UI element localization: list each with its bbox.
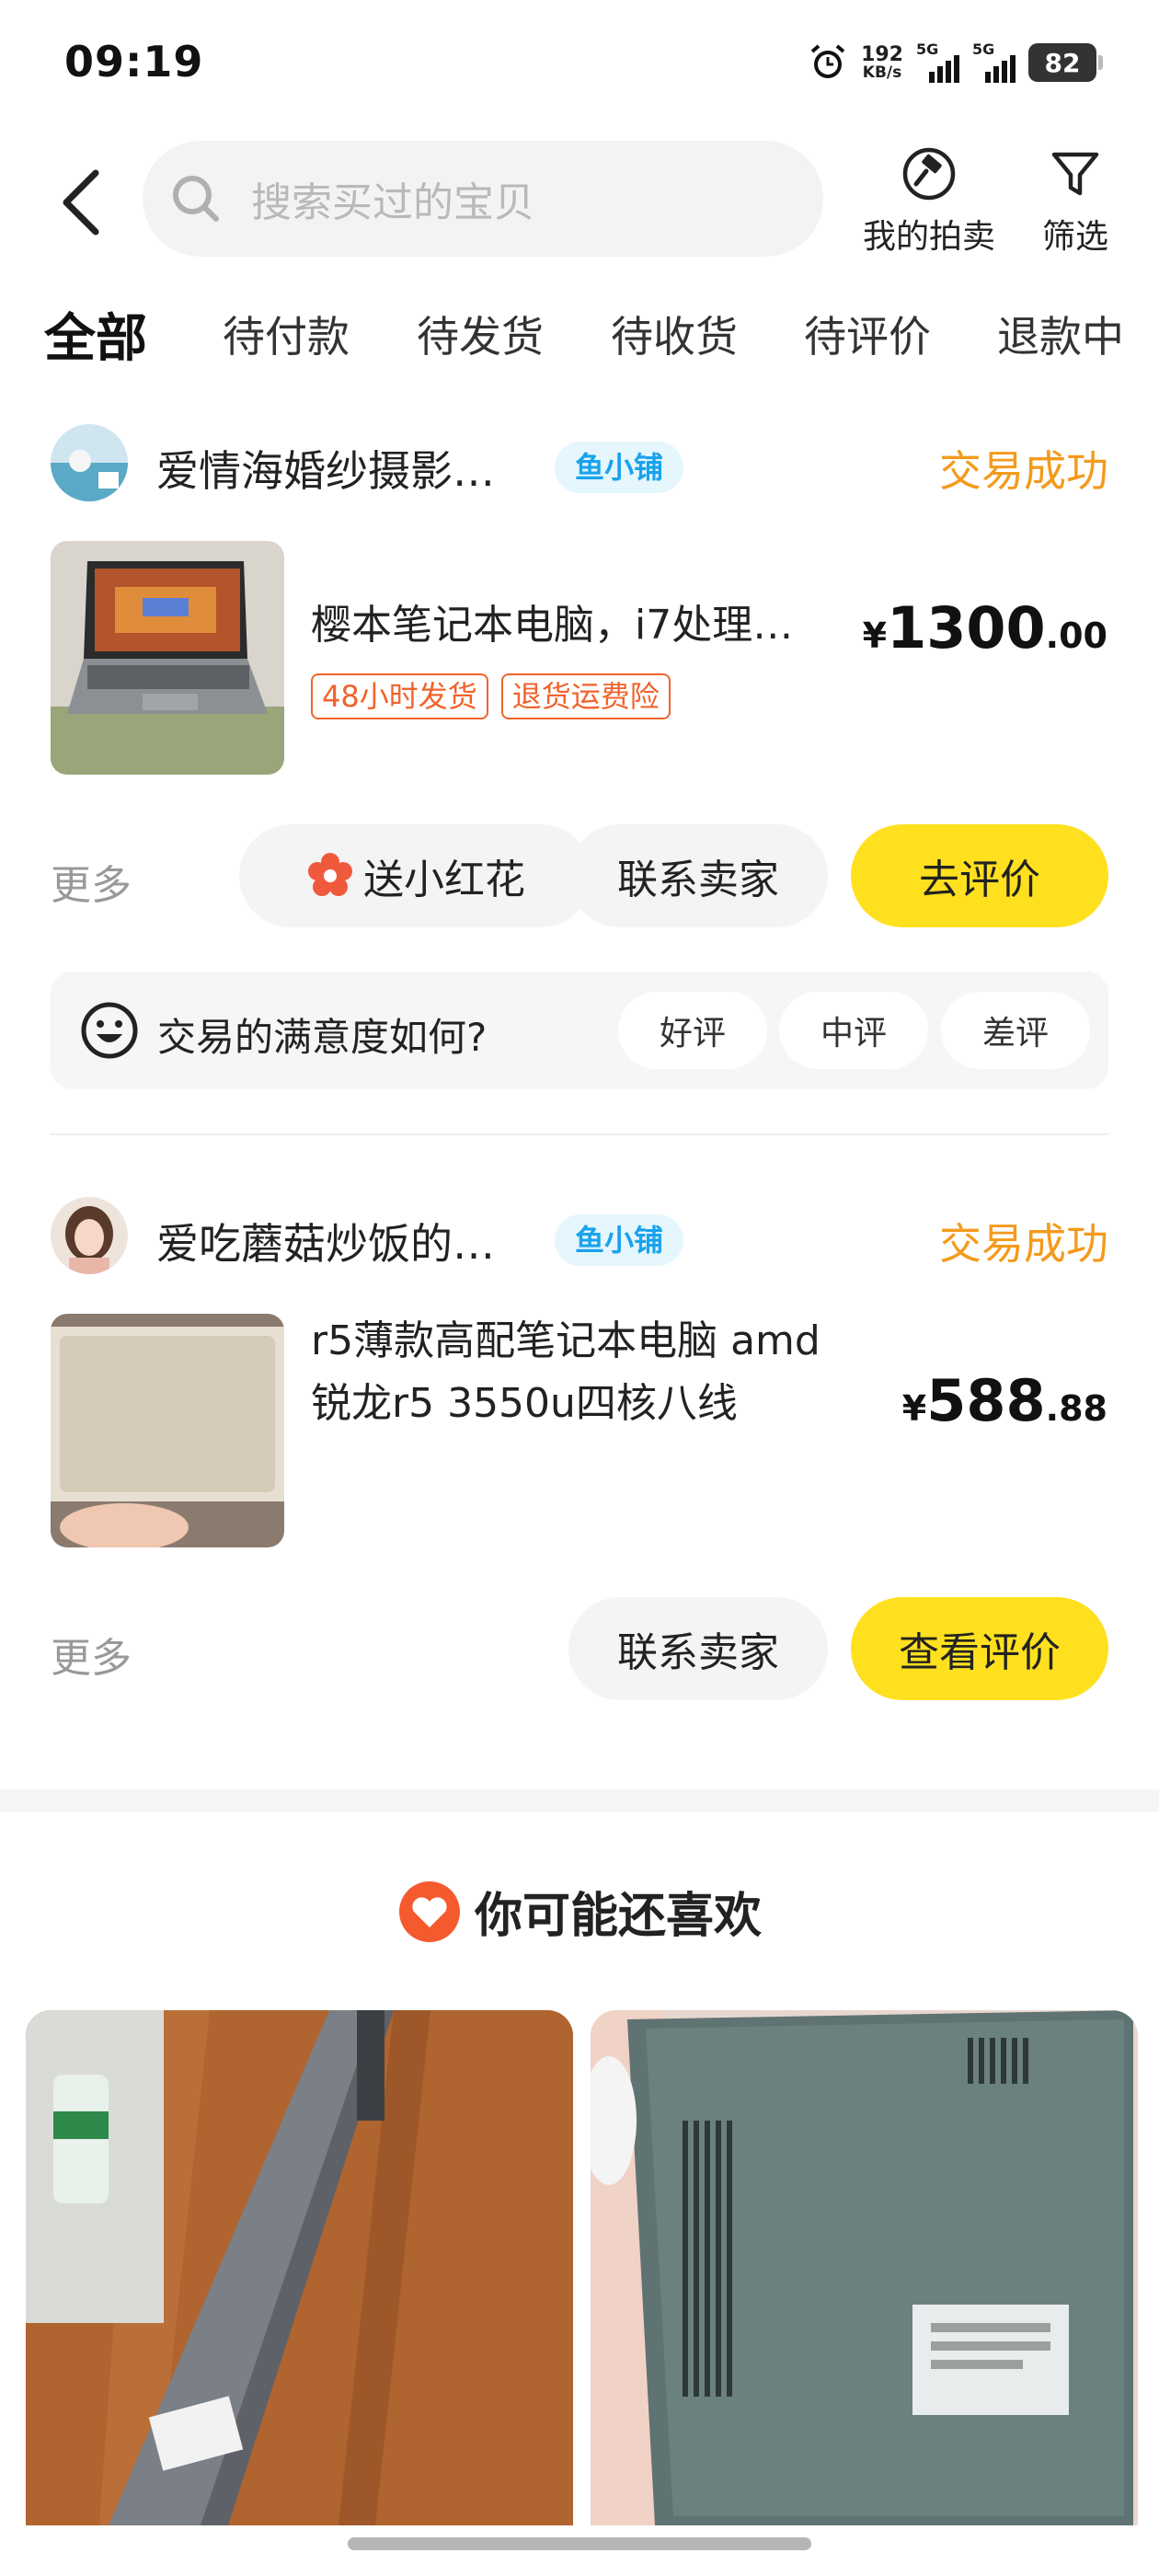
contact-seller-button[interactable]: 联系卖家 [568,824,828,927]
rate-good-button[interactable]: 好评 [618,992,767,1069]
tag-48h-shipping: 48小时发货 [311,673,488,719]
recommend-title: 你可能还喜欢 [474,1889,762,1944]
shop-avatar [51,1197,128,1274]
order-status: 交易成功 [939,1219,1108,1269]
send-flower-label: 送小红花 [363,857,525,903]
tab-pending-receipt[interactable]: 待收货 [611,304,738,364]
order-card: 爱情海婚纱摄影… 鱼小铺 交易成功 樱本笔记本电脑，i7处理… ¥1300.00… [0,421,1159,1139]
search-icon [173,176,219,222]
status-time: 09:19 [64,37,204,86]
tab-pending-review[interactable]: 待评价 [804,304,931,364]
status-icons: 192 KB/s 5G 5G 82 [808,37,1103,88]
order-card: 爱吃蘑菇炒饭的… 鱼小铺 交易成功 r5薄款高配笔记本电脑 amd 锐龙r5 3… [0,1194,1159,1709]
tab-refunding[interactable]: 退款中 [997,304,1124,364]
more-link[interactable]: 更多 [51,852,132,911]
flower-icon [308,853,352,896]
tab-all-label: 全部 [44,309,147,369]
order-actions: 更多 送小红花 联系卖家 去评价 [51,824,1108,927]
filter-button[interactable]: 筛选 [1042,145,1108,258]
price-currency: ¥ [901,1388,927,1429]
order-divider [51,1133,1108,1135]
item-tags: 48小时发货 退货运费险 [311,673,671,719]
battery-icon: 82 [1028,43,1103,82]
item-title-line2: 锐龙r5 3550u四核八线 [311,1380,738,1427]
item-title[interactable]: 樱本笔记本电脑，i7处理… [311,594,793,657]
alarm-icon [810,44,845,78]
back-arrow-icon[interactable] [55,166,107,239]
shop-name: 爱情海婚纱摄影… [156,446,495,496]
rate-neutral-button[interactable]: 中评 [779,992,928,1069]
rate-bad-button[interactable]: 差评 [941,992,1090,1069]
rating-question: 交易的满意度如何? [157,1015,488,1060]
contact-seller-button[interactable]: 联系卖家 [568,1597,828,1700]
section-separator [0,1789,1159,1811]
tag-return-insurance: 退货运费险 [500,673,671,719]
recommend-header: 你可能还喜欢 [0,1877,1159,1946]
shop-badge: 鱼小铺 [555,442,684,493]
filter-icon [1051,152,1099,196]
my-auction-label: 我的拍卖 [863,218,996,256]
price-integer: 1300 [887,594,1046,661]
price-currency: ¥ [862,615,888,656]
status-bar: 09:19 192 KB/s 5G 5G 82 [0,0,1159,129]
recommend-card[interactable] [26,2010,573,2525]
net-speed-value: 192 [861,42,903,66]
tab-all[interactable]: 全部 [39,297,153,372]
heart-icon [398,1880,460,1942]
price-integer: 588 [926,1367,1046,1434]
order-tabs: 全部 待付款 待发货 待收货 待评价 退款中 [0,293,1159,385]
item-price: ¥1300.00 [863,594,1107,661]
search-input[interactable]: 搜索买过的宝贝 [143,141,823,257]
sim2-label: 5G [972,40,995,58]
recommend-card[interactable] [591,2010,1138,2525]
shop-row[interactable]: 爱情海婚纱摄影… 鱼小铺 交易成功 [51,421,1108,504]
item-thumbnail[interactable] [51,1314,284,1547]
item-thumbnail[interactable] [51,541,284,775]
tab-pending-shipment[interactable]: 待发货 [417,304,544,364]
net-speed-unit: KB/s [862,63,902,82]
order-status: 交易成功 [939,446,1108,496]
item-title-line1: r5薄款高配笔记本电脑 amd [311,1317,820,1364]
item-title[interactable]: r5薄款高配笔记本电脑 amd 锐龙r5 3550u四核八线 [311,1251,820,1435]
header: 搜索买过的宝贝 我的拍卖 筛选 [0,129,1159,276]
signal-icon-sim2: 5G [972,40,1016,83]
order-actions: 更多 联系卖家 查看评价 [51,1597,1108,1700]
write-review-button[interactable]: 去评价 [851,824,1108,927]
view-review-button[interactable]: 查看评价 [851,1597,1108,1700]
more-link[interactable]: 更多 [51,1625,132,1684]
smile-face-icon [81,1002,138,1059]
home-indicator[interactable] [348,2537,811,2550]
item-price: ¥588.88 [902,1367,1107,1434]
tab-pending-payment[interactable]: 待付款 [223,304,350,364]
sim1-label: 5G [916,40,939,58]
shop-avatar [51,424,128,501]
send-flower-button[interactable]: 送小红花 [239,824,592,927]
search-placeholder: 搜索买过的宝贝 [251,179,534,226]
price-decimal: .00 [1045,615,1107,656]
filter-label: 筛选 [1042,218,1109,256]
my-auction-button[interactable]: 我的拍卖 [863,145,995,258]
battery-level: 82 [1044,47,1081,78]
gavel-icon [902,147,956,201]
rating-prompt: 交易的满意度如何? 好评 中评 差评 [51,972,1108,1089]
price-decimal: .88 [1045,1388,1107,1429]
signal-icon-sim1: 5G [916,40,959,83]
network-speed: 192 KB/s [861,42,903,82]
